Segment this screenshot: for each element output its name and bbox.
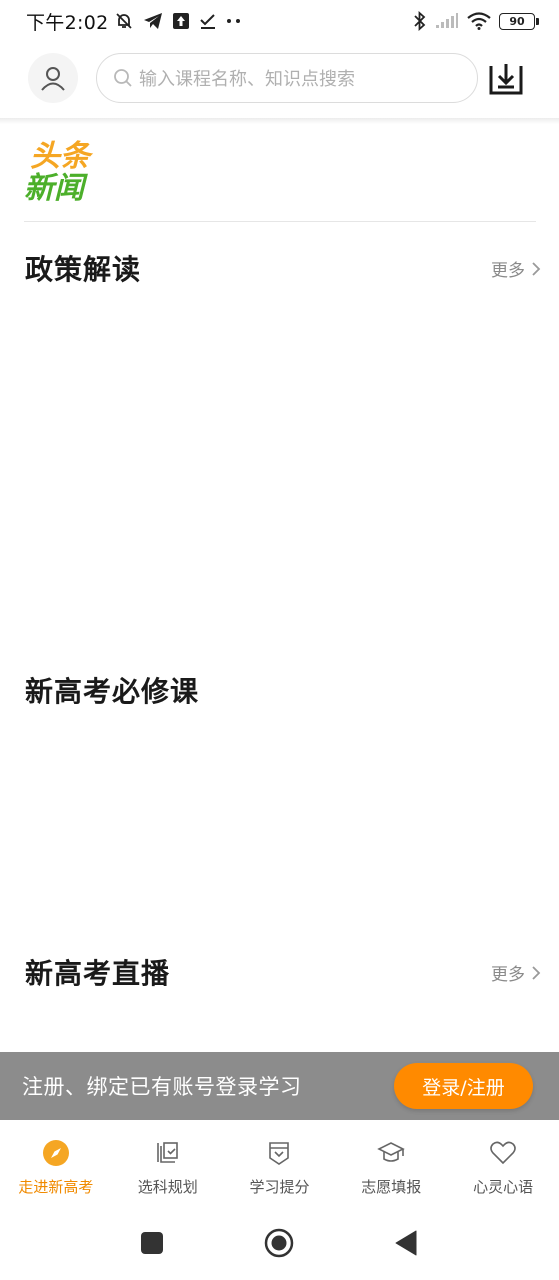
graduation-cap-icon	[376, 1138, 406, 1168]
home-button[interactable]	[264, 1228, 294, 1258]
checklist-icon	[200, 14, 216, 29]
user-icon	[41, 67, 65, 91]
login-prompt-text: 注册、绑定已有账号登录学习	[22, 1075, 302, 1099]
system-navigation-bar	[0, 1208, 559, 1280]
login-register-button[interactable]: 登录/注册	[394, 1063, 533, 1109]
tab-study-improve[interactable]: 学习提分	[224, 1120, 336, 1208]
download-icon[interactable]	[488, 60, 524, 96]
app-header: 输入课程名称、知识点搜索	[0, 42, 559, 120]
divider	[24, 221, 536, 222]
more-dots-icon	[227, 19, 241, 23]
status-right-icons: 90	[413, 11, 539, 31]
header-shadow	[0, 118, 559, 124]
bluetooth-icon	[414, 11, 426, 31]
study-icon	[264, 1138, 294, 1168]
policy-more-link[interactable]: 更多	[491, 256, 541, 281]
search-placeholder: 输入课程名称、知识点搜索	[139, 69, 355, 90]
tab-label: 学习提分	[249, 1178, 310, 1196]
logo-line1: 头条	[30, 139, 94, 174]
tab-label: 选科规划	[137, 1178, 198, 1196]
tab-label: 走进新高考	[18, 1178, 94, 1196]
wifi-icon	[467, 12, 491, 30]
telegram-icon	[144, 13, 163, 29]
battery-level: 90	[509, 14, 525, 28]
tab-new-gaokao[interactable]: 走进新高考	[0, 1120, 112, 1208]
live-more-link[interactable]: 更多	[491, 960, 541, 985]
bell-muted-icon	[116, 13, 133, 29]
toutiao-news-logo[interactable]: 头条 新闻	[24, 136, 98, 206]
tab-mind-talk[interactable]: 心灵心语	[447, 1120, 559, 1208]
more-label: 更多	[491, 261, 525, 281]
recent-apps-button[interactable]	[141, 1232, 163, 1254]
more-label: 更多	[491, 965, 525, 985]
tab-subject-planning[interactable]: 选科规划	[112, 1120, 224, 1208]
section-title-required-course: 新高考必修课	[25, 675, 200, 708]
status-left-icons	[114, 11, 242, 31]
status-bar: 下午2:02 90	[0, 0, 559, 42]
upload-box-icon	[173, 13, 190, 29]
bottom-tab-bar: 走进新高考 选科规划 学习提分 志愿填报 心灵心语	[0, 1120, 559, 1208]
status-time: 下午2:02	[26, 11, 109, 34]
tab-application[interactable]: 志愿填报	[335, 1120, 447, 1208]
compass-icon	[41, 1138, 71, 1168]
login-banner: 注册、绑定已有账号登录学习 登录/注册	[0, 1052, 559, 1120]
section-title-live: 新高考直播	[25, 957, 171, 990]
search-input[interactable]: 输入课程名称、知识点搜索	[96, 53, 478, 103]
heart-icon	[488, 1138, 518, 1168]
select-subject-icon	[153, 1138, 183, 1168]
battery-indicator: 90	[499, 12, 539, 30]
avatar[interactable]	[28, 53, 78, 103]
chevron-right-icon	[532, 261, 541, 276]
chevron-right-icon	[532, 965, 541, 980]
signal-icon	[436, 13, 458, 28]
back-button[interactable]	[394, 1230, 418, 1256]
tab-label: 志愿填报	[361, 1178, 422, 1196]
search-icon	[114, 69, 132, 87]
logo-line2: 新闻	[24, 171, 88, 202]
tab-label: 心灵心语	[473, 1178, 534, 1196]
section-title-policy: 政策解读	[25, 253, 142, 286]
